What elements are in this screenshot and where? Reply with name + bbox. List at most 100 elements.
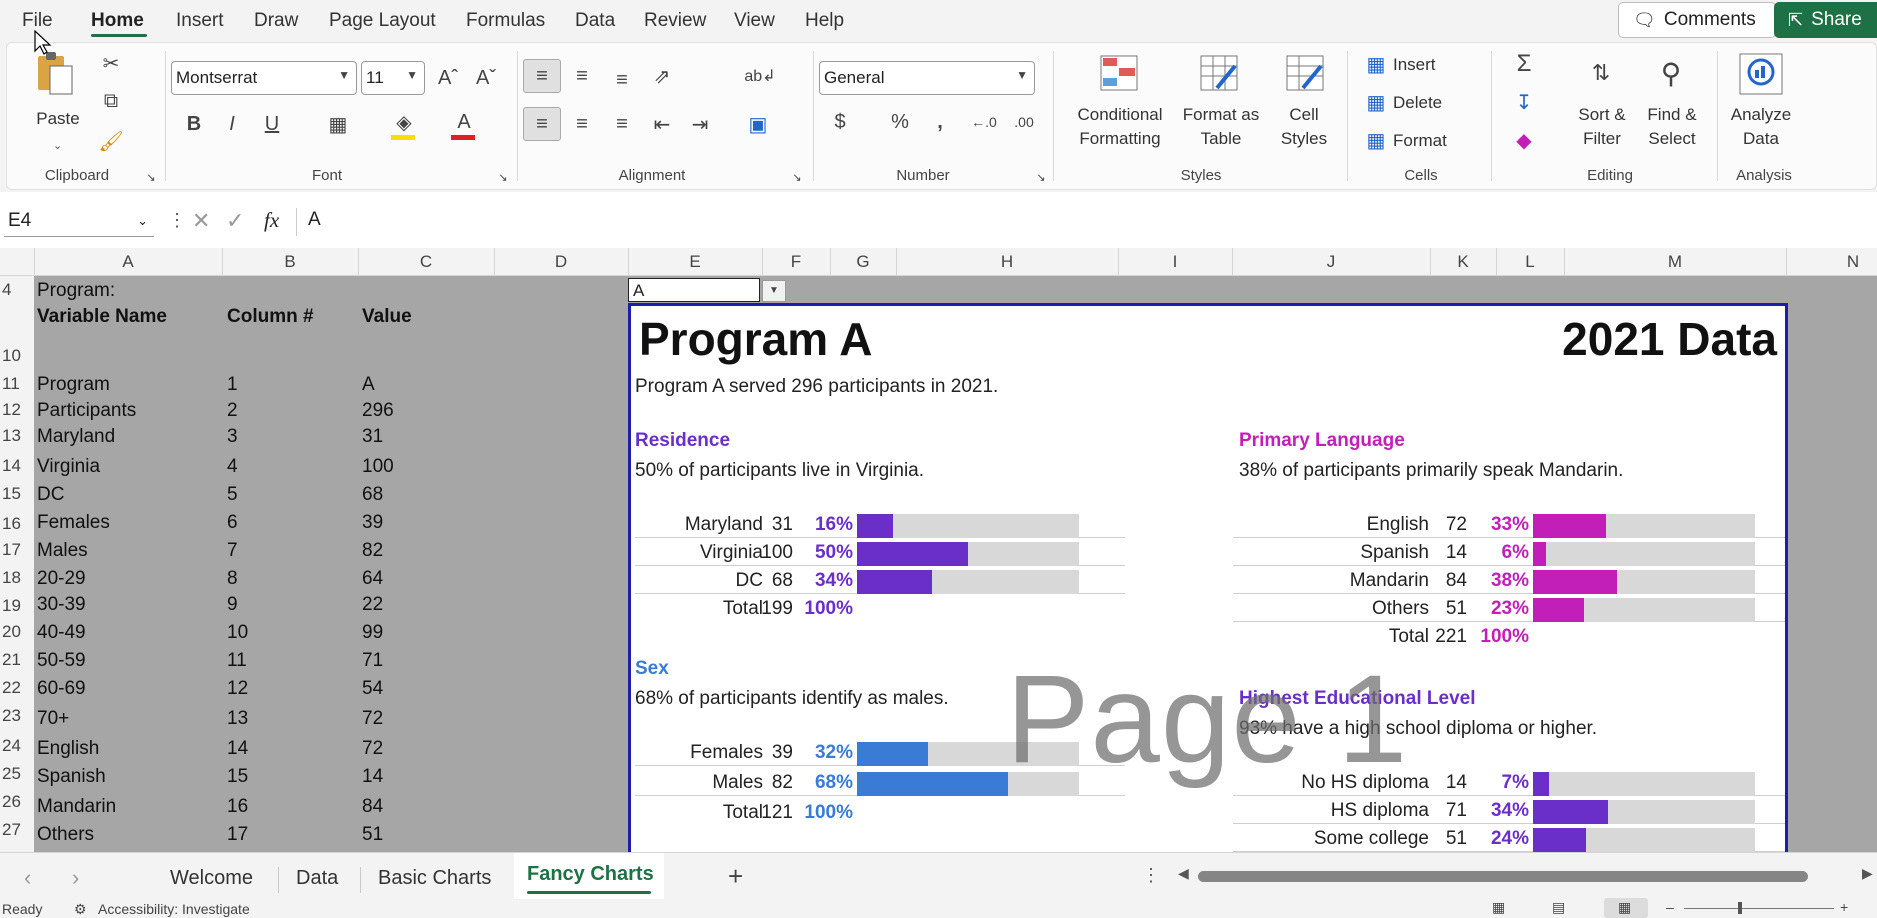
find-select-label-2[interactable]: Select — [1637, 127, 1707, 150]
table-cell[interactable]: 72 — [362, 708, 383, 730]
row-header[interactable]: 10 — [0, 346, 21, 366]
copy-icon[interactable]: ⧉ — [99, 89, 123, 113]
table-cell[interactable]: 20-29 — [37, 568, 86, 590]
table-cell[interactable]: 14 — [227, 738, 248, 760]
merge-center-icon[interactable]: ▣ — [743, 109, 773, 139]
table-cell[interactable]: 99 — [362, 622, 383, 644]
prev-sheet-icon[interactable]: ‹ — [24, 865, 31, 891]
table-cell[interactable]: 50-59 — [37, 650, 86, 672]
conditional-formatting-label-1[interactable]: Conditional — [1061, 103, 1179, 126]
column-header-k[interactable]: K — [1430, 252, 1496, 272]
borders-icon[interactable]: ▦ — [323, 109, 353, 139]
decrease-font-icon[interactable]: Aˇ — [471, 63, 501, 93]
table-cell[interactable]: 71 — [362, 650, 383, 672]
row-header[interactable]: 25 — [0, 764, 21, 784]
format-as-table-icon[interactable] — [1197, 53, 1241, 93]
bold-icon[interactable]: B — [181, 109, 207, 139]
column-header-a[interactable]: A — [34, 252, 222, 272]
table-cell[interactable]: 40-49 — [37, 622, 86, 644]
currency-icon[interactable]: $ — [825, 107, 855, 137]
delete-cells-icon[interactable]: ▦ — [1363, 89, 1389, 115]
format-cells-icon[interactable]: ▦ — [1363, 127, 1389, 153]
header-column-number[interactable]: Column # — [227, 306, 314, 328]
row-header[interactable]: 27 — [0, 820, 21, 840]
menu-file[interactable]: File — [22, 10, 53, 32]
column-header-i[interactable]: I — [1118, 252, 1232, 272]
cell-styles-label-1[interactable]: Cell — [1271, 103, 1337, 126]
format-as-table-label-1[interactable]: Format as — [1179, 103, 1263, 126]
row-header[interactable]: 26 — [0, 792, 21, 812]
font-family-select[interactable]: Montserrat ▼ — [171, 61, 357, 95]
comments-button[interactable]: 🗨 Comments — [1618, 2, 1776, 38]
orientation-icon[interactable]: ⇗ — [647, 61, 677, 91]
row-header[interactable]: 11 — [0, 374, 20, 394]
table-cell[interactable]: 60-69 — [37, 678, 86, 700]
analyze-data-icon[interactable] — [1737, 51, 1785, 97]
table-cell[interactable]: Females — [37, 512, 110, 534]
column-header-e[interactable]: E — [628, 252, 762, 272]
column-header-b[interactable]: B — [222, 252, 358, 272]
header-variable-name[interactable]: Variable Name — [37, 306, 167, 328]
table-cell[interactable]: 10 — [227, 622, 248, 644]
dropdown-arrow-icon[interactable]: ▼ — [762, 280, 786, 302]
zoom-slider-thumb[interactable] — [1738, 902, 1742, 914]
fill-color-icon[interactable]: ◈ — [389, 107, 419, 137]
table-cell[interactable]: Males — [37, 540, 88, 562]
percent-icon[interactable]: % — [885, 107, 915, 137]
table-cell[interactable]: Program — [37, 374, 110, 396]
analyze-data-label-1[interactable]: Analyze — [1725, 103, 1797, 126]
table-cell[interactable]: 8 — [227, 568, 238, 590]
row-header[interactable]: 23 — [0, 706, 21, 726]
format-label[interactable]: Format — [1393, 129, 1447, 152]
sheet-tab-welcome[interactable]: Welcome — [170, 867, 253, 890]
row-header[interactable]: 14 — [0, 456, 21, 476]
clipboard-launcher-icon[interactable]: ↘ — [145, 171, 157, 184]
table-cell[interactable]: 17 — [227, 824, 248, 846]
cell-styles-label-2[interactable]: Styles — [1271, 127, 1337, 150]
table-cell[interactable]: 9 — [227, 594, 238, 616]
number-format-select[interactable]: General ▼ — [819, 61, 1035, 95]
increase-font-icon[interactable]: Aˆ — [433, 63, 463, 93]
column-header-h[interactable]: H — [896, 252, 1118, 272]
scroll-right-icon[interactable]: ▶ — [1862, 865, 1873, 882]
table-cell[interactable]: 1 — [227, 374, 238, 396]
table-cell[interactable]: 31 — [362, 426, 383, 448]
table-cell[interactable]: 6 — [227, 512, 238, 534]
row-header[interactable]: 12 — [0, 400, 21, 420]
autosum-icon[interactable]: Σ — [1511, 50, 1537, 77]
row-header[interactable]: 20 — [0, 622, 21, 642]
table-cell[interactable]: 72 — [362, 738, 383, 760]
sort-filter-label-1[interactable]: Sort & — [1567, 103, 1637, 126]
table-cell[interactable]: 13 — [227, 708, 248, 730]
paste-icon[interactable] — [31, 49, 81, 97]
table-cell[interactable]: 16 — [227, 796, 248, 818]
menu-help[interactable]: Help — [805, 10, 844, 32]
selected-cell-e4[interactable]: A — [628, 278, 760, 302]
align-bottom-icon[interactable]: ≡ — [607, 65, 637, 95]
format-as-table-label-2[interactable]: Table — [1179, 127, 1263, 150]
number-launcher-icon[interactable]: ↘ — [1035, 171, 1047, 184]
clear-icon[interactable]: ◆ — [1511, 127, 1537, 153]
table-cell[interactable]: 5 — [227, 484, 238, 506]
table-cell[interactable]: Virginia — [37, 456, 100, 478]
scroll-left-icon[interactable]: ◀ — [1178, 865, 1189, 882]
column-header-d[interactable]: D — [494, 252, 628, 272]
more-options-icon[interactable]: ⋮ — [168, 210, 186, 231]
paste-label[interactable]: Paste — [33, 107, 83, 130]
next-sheet-icon[interactable]: › — [72, 865, 79, 891]
row-header[interactable]: 16 — [0, 514, 21, 534]
column-header-j[interactable]: J — [1232, 252, 1430, 272]
cancel-icon[interactable]: ✕ — [192, 208, 210, 234]
cell-styles-icon[interactable] — [1283, 53, 1327, 93]
font-color-icon[interactable]: A — [449, 107, 479, 137]
table-cell[interactable]: 39 — [362, 512, 383, 534]
enter-icon[interactable]: ✓ — [226, 208, 244, 234]
column-header-m[interactable]: M — [1564, 252, 1786, 272]
formula-input[interactable]: A — [308, 209, 321, 231]
column-header-n[interactable]: N — [1786, 252, 1877, 272]
row-header[interactable]: 19 — [0, 596, 21, 616]
table-cell[interactable]: Maryland — [37, 426, 115, 448]
align-middle-icon[interactable]: ≡ — [567, 61, 597, 91]
row-header[interactable]: 21 — [0, 650, 21, 670]
menu-formulas[interactable]: Formulas — [466, 10, 545, 32]
